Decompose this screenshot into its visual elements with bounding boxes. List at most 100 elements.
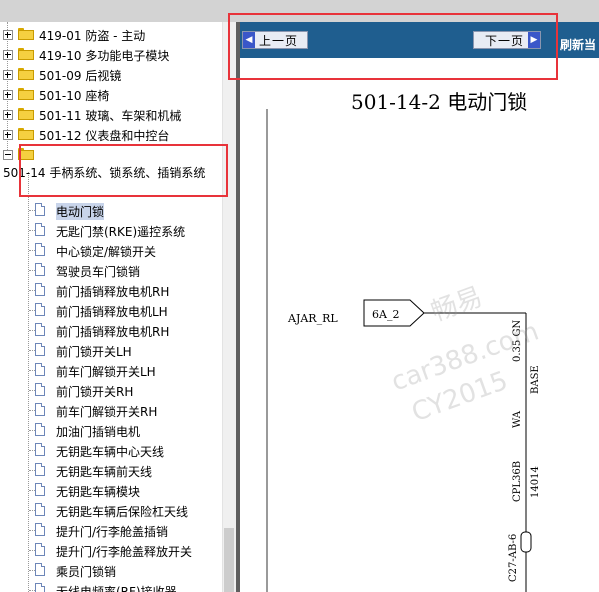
tree-item[interactable]: 加油门插销电机 (0, 420, 222, 440)
document-icon (35, 323, 45, 336)
tree-folder-501-09[interactable]: 501-09 后视镜 (0, 64, 222, 84)
document-icon (35, 523, 45, 536)
tree-item-label: 前门插销释放电机RH (56, 285, 170, 299)
tree-folder-501-11[interactable]: 501-11 玻璃、车架和机械 (0, 104, 222, 124)
tree-item[interactable]: 中心锁定/解锁开关 (0, 240, 222, 260)
folder-open-icon (18, 148, 34, 160)
tree-item[interactable]: 无钥匙车辆前天线 (0, 460, 222, 480)
tree-folder-label: 501-11 玻璃、车架和机械 (39, 109, 182, 123)
wire-text: BASE (530, 365, 541, 394)
folder-icon (18, 68, 34, 80)
tree-item-label: 提升门/行李舱盖释放开关 (56, 545, 193, 559)
tree-folder-label: 501-10 座椅 (39, 89, 110, 103)
tree-item[interactable]: 提升门/行李舱盖插销 (0, 520, 222, 540)
tree-folder-label: 419-10 多功能电子模块 (39, 49, 170, 63)
tree-folder-label-row[interactable]: 501-14 手柄系统、锁系统、插销系统 (0, 162, 222, 182)
expand-plus-icon[interactable] (3, 110, 13, 120)
connector-tag-label: 6A_2 (372, 308, 400, 321)
wire-text: WA (512, 410, 523, 428)
document-icon (35, 223, 45, 236)
document-icon (35, 343, 45, 356)
document-icon (35, 383, 45, 396)
tree-folder-501-12[interactable]: 501-12 仪表盘和中控台 (0, 124, 222, 144)
wire-text: CPL36B (512, 460, 523, 502)
tree-item[interactable]: 驾驶员车门锁销 (0, 260, 222, 280)
tree-item-label: 乘员门锁销 (56, 565, 117, 579)
tree-item[interactable]: 前门锁开关RH (0, 380, 222, 400)
tree-folder-419-01[interactable]: 419-01 防盗 - 主动 (0, 24, 222, 44)
tree-item-label: 无钥匙车辆后保险杠天线 (56, 505, 189, 519)
document-icon (35, 583, 45, 592)
tree-item[interactable]: 无线电频率(RF)接收器 (0, 580, 222, 592)
tree-item-label: 无钥匙车辆前天线 (56, 465, 153, 479)
tree-item[interactable]: 前车门解锁开关RH (0, 400, 222, 420)
tree-item-label: 无匙门禁(RKE)遥控系统 (56, 225, 186, 239)
document-icon (35, 503, 45, 516)
tree-folder-501-14[interactable] (0, 144, 222, 164)
content-pane: ◀ 上一页 下一页 ▶ 刷新当 501-14-2 电动门锁 AJAR_RL 6A… (240, 22, 599, 592)
tree-item-label: 驾驶员车门锁销 (56, 265, 141, 279)
tree-item[interactable]: 前车门解锁开关LH (0, 360, 222, 380)
wiring-diagram (363, 299, 532, 592)
tree-item-label: 前车门解锁开关RH (56, 405, 158, 419)
document-icon (35, 283, 45, 296)
expand-plus-icon[interactable] (3, 90, 13, 100)
collapse-minus-icon[interactable] (3, 150, 13, 160)
tree-item-label: 无钥匙车辆模块 (56, 485, 141, 499)
expand-plus-icon[interactable] (3, 50, 13, 60)
tree-item-label: 加油门插销电机 (56, 425, 141, 439)
folder-icon (18, 128, 34, 140)
document-icon (35, 243, 45, 256)
tree-folder-label: 501-14 手柄系统、锁系统、插销系统 (3, 166, 206, 180)
tree-item-label: 电动门锁 (56, 203, 105, 220)
folder-icon (18, 48, 34, 60)
top-toolbar (0, 0, 599, 22)
tree-item-label: 无钥匙车辆中心天线 (56, 445, 165, 459)
tree-item[interactable]: 前门锁开关LH (0, 340, 222, 360)
document-icon (35, 203, 45, 216)
tree-folder-501-10[interactable]: 501-10 座椅 (0, 84, 222, 104)
navigation-tree: 419-01 防盗 - 主动 419-10 多功能电子模块 501-09 后视镜… (0, 22, 222, 592)
tree-item-label: 前车门解锁开关LH (56, 365, 156, 379)
tree-item-label: 前门锁开关RH (56, 385, 134, 399)
wire-text: C27-AB-6 (508, 533, 519, 582)
document-icon (35, 483, 45, 496)
tree-item[interactable]: 无钥匙车辆中心天线 (0, 440, 222, 460)
document-icon (35, 443, 45, 456)
expand-plus-icon[interactable] (3, 70, 13, 80)
expand-plus-icon[interactable] (3, 130, 13, 140)
wire-text: 14014 (530, 466, 541, 498)
document-icon (35, 403, 45, 416)
tree-item[interactable]: 电动门锁 (0, 200, 222, 220)
tree-item-label: 提升门/行李舱盖插销 (56, 525, 169, 539)
tree-scroll-thumb[interactable] (224, 528, 234, 592)
document-icon (35, 423, 45, 436)
document-icon (35, 563, 45, 576)
tree-scrollbar[interactable] (222, 22, 237, 592)
tree-folder-419-10[interactable]: 419-10 多功能电子模块 (0, 44, 222, 64)
tree-item-label: 前门插销释放电机LH (56, 305, 168, 319)
document-icon (35, 543, 45, 556)
tree-item[interactable]: 前门插销释放电机LH (0, 300, 222, 320)
tree-item-label: 中心锁定/解锁开关 (56, 245, 157, 259)
tree-item[interactable]: 乘员门锁销 (0, 560, 222, 580)
tree-item[interactable]: 前门插销释放电机RH (0, 320, 222, 340)
tree-item[interactable]: 前门插销释放电机RH (0, 280, 222, 300)
folder-icon (18, 88, 34, 100)
document-icon (35, 363, 45, 376)
document-icon (35, 303, 45, 316)
tree-item-label: 前门锁开关LH (56, 345, 132, 359)
tree-item[interactable]: 无匙门禁(RKE)遥控系统 (0, 220, 222, 240)
tree-folder-label: 501-12 仪表盘和中控台 (39, 129, 170, 143)
folder-icon (18, 108, 34, 120)
tree-item-label: 前门插销释放电机RH (56, 325, 170, 339)
tree-item[interactable]: 无钥匙车辆模块 (0, 480, 222, 500)
tree-item[interactable]: 无钥匙车辆后保险杠天线 (0, 500, 222, 520)
tree-item[interactable]: 提升门/行李舱盖释放开关 (0, 540, 222, 560)
tree-item-label: 无线电频率(RF)接收器 (56, 585, 177, 592)
tree-folder-label: 419-01 防盗 - 主动 (39, 29, 146, 43)
tree-folder-label: 501-09 后视镜 (39, 69, 122, 83)
document-icon (35, 463, 45, 476)
folder-icon (18, 28, 34, 40)
expand-plus-icon[interactable] (3, 30, 13, 40)
